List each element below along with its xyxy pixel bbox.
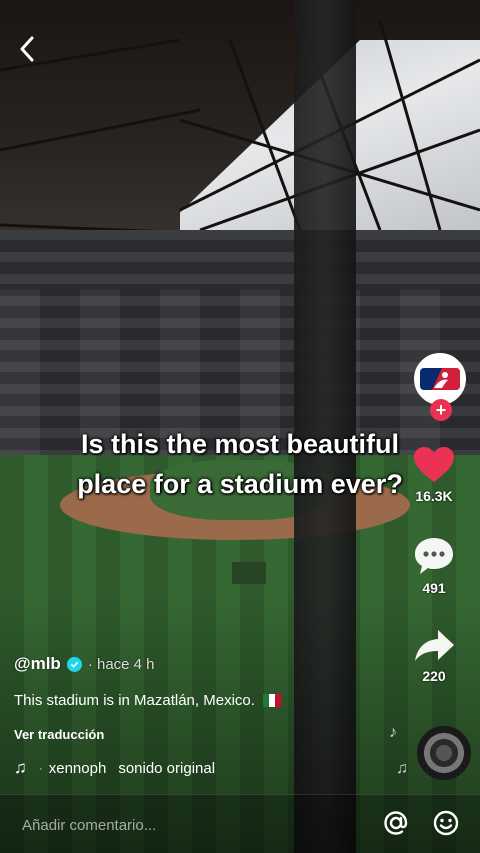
post-time: · hace 4 h [87,655,155,673]
music-note-icon: ♪ [389,724,397,741]
creator-avatar-group: + [388,353,480,433]
post-description: This stadium is in Mazatlán, Mexico. [14,692,281,709]
share-arrow-icon [415,630,454,661]
username-link[interactable]: @mlb [14,654,61,674]
music-title: sonido original [118,759,216,777]
avatar[interactable] [414,353,466,405]
mention-button[interactable] [380,807,412,839]
mlb-logo-icon [420,368,460,390]
caption-line-1: Is this the most beautiful [80,429,400,459]
comment-input[interactable] [20,809,344,841]
music-disc-button[interactable] [417,726,471,780]
heart-icon [414,447,454,482]
comment-bubble-icon [415,538,453,574]
video-caption: Is this the most beautiful place for a s… [40,424,440,504]
follow-plus-button[interactable]: + [430,399,452,421]
emoji-icon [433,810,459,836]
at-icon [384,811,408,835]
emoji-button[interactable] [430,807,462,839]
music-info[interactable]: ♫ · xennoph sonido original [14,758,215,778]
share-button[interactable]: 220 [388,628,480,684]
verified-badge-icon [66,656,82,672]
description-text: This stadium is in Mazatlán, Mexico. [14,692,255,709]
comments-button[interactable]: 491 [388,536,480,596]
like-count: 16.3K [415,488,453,504]
field-bullpen [232,562,266,584]
music-author: xennoph [48,759,107,777]
music-note-icon: ♫ [396,760,408,777]
translate-link[interactable]: Ver traducción [14,727,104,742]
comment-bar [0,794,480,853]
comments-count: 491 [422,580,446,596]
share-count: 220 [422,668,446,684]
back-button[interactable] [12,34,42,64]
chevron-left-icon [20,36,34,62]
like-button[interactable]: 16.3K [388,446,480,504]
separator-dot: · [38,761,43,775]
post-author: @mlb · hace 4 h [14,654,155,674]
caption-line-2: place for a stadium ever? [77,469,403,499]
music-note-icon: ♫ [14,758,27,777]
plus-icon: + [435,400,447,420]
mexico-flag-icon [262,694,281,707]
